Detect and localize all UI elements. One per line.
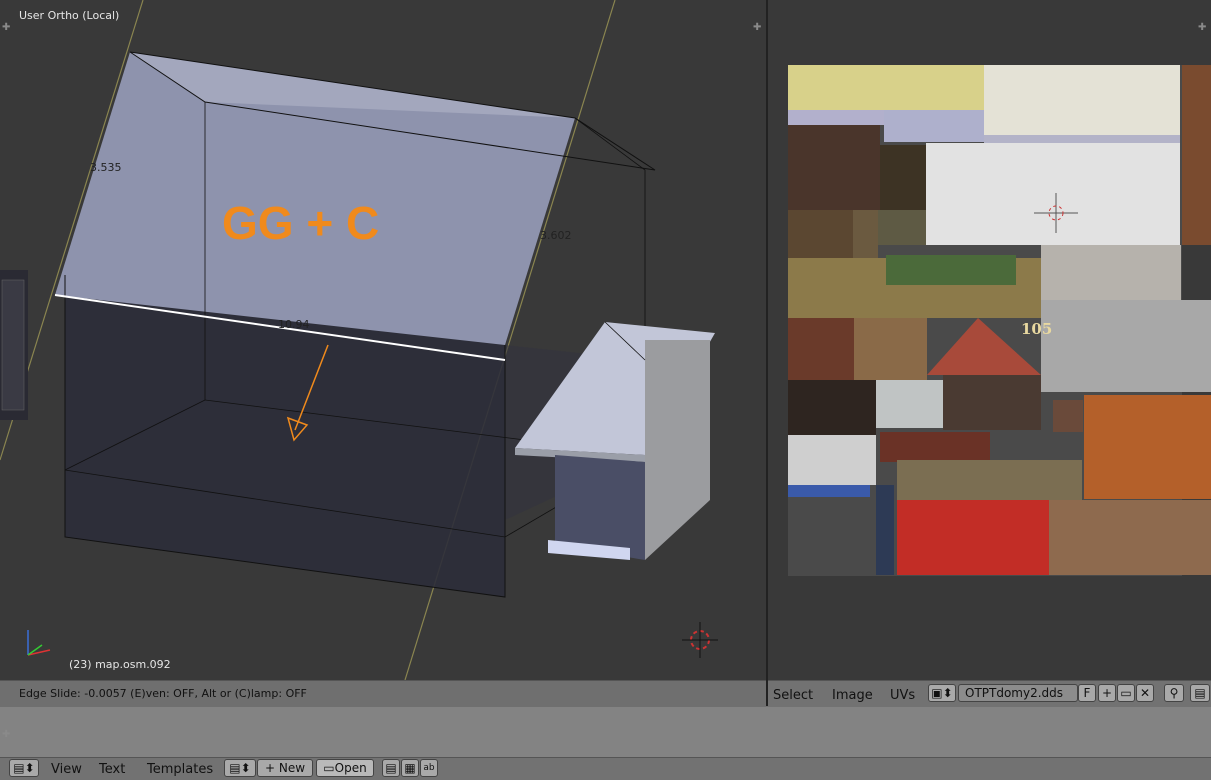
text-browse-button[interactable]: ▤⬍ bbox=[224, 759, 256, 777]
uv-image-editor[interactable]: ✚ 105 bbox=[768, 0, 1211, 680]
texture-atlas bbox=[788, 65, 1211, 576]
image-pack-button[interactable]: ▤ bbox=[1190, 684, 1210, 702]
open-text-label: Open bbox=[334, 761, 367, 775]
dimension-label: 3.602 bbox=[540, 229, 572, 242]
folder-icon: ▭ bbox=[323, 761, 335, 775]
dimension-label: 10.94 bbox=[278, 318, 310, 331]
close-icon: ✕ bbox=[1139, 686, 1151, 700]
word-wrap-icon: ▦ bbox=[404, 761, 416, 775]
active-object-label: (23) map.osm.092 bbox=[69, 658, 171, 671]
open-text-button[interactable]: ▭Open bbox=[316, 759, 374, 777]
menu-select[interactable]: Select bbox=[773, 688, 813, 703]
menu-view[interactable]: View bbox=[51, 762, 82, 777]
area-corner-icon[interactable]: ✚ bbox=[2, 22, 10, 33]
menu-text[interactable]: Text bbox=[99, 762, 125, 777]
area-corner-icon[interactable]: ✚ bbox=[2, 729, 10, 740]
area-corner-icon[interactable]: ✚ bbox=[753, 22, 761, 33]
uv-editor-header: Select Image UVs ▣⬍ OTPTdomy2.dds F + ▭ … bbox=[768, 680, 1211, 707]
viewport-scene bbox=[0, 0, 718, 680]
plus-icon: + bbox=[1101, 686, 1113, 700]
menu-templates[interactable]: Templates bbox=[147, 762, 213, 777]
overlay-text: GG + C bbox=[222, 197, 380, 249]
pin-image-button[interactable]: ⚲ bbox=[1164, 684, 1184, 702]
3d-viewport[interactable]: User Ortho (Local) ✚ ✚ GG + C 3.535 3.60… bbox=[0, 0, 766, 680]
syntax-icon: ab bbox=[423, 763, 435, 773]
text-editor-header: ▤⬍ View Text Templates ▤⬍ + New ▭Open ▤ … bbox=[0, 757, 1211, 780]
image-browse-icon: ▣⬍ bbox=[931, 686, 953, 700]
dimension-label: 3.535 bbox=[90, 161, 122, 174]
image-icon: ▤ bbox=[1194, 686, 1206, 700]
texture-number: 105 bbox=[1021, 320, 1053, 338]
menu-image[interactable]: Image bbox=[832, 688, 873, 703]
line-numbers-icon: ▤ bbox=[385, 761, 397, 775]
pin-icon: ⚲ bbox=[1169, 686, 1179, 700]
status-text: Edge Slide: -0.0057 (E)ven: OFF, Alt or … bbox=[19, 687, 307, 700]
new-text-button[interactable]: + New bbox=[257, 759, 313, 777]
viewport-title: User Ortho (Local) bbox=[19, 9, 120, 22]
word-wrap-toggle[interactable]: ▦ bbox=[401, 759, 419, 777]
menu-uvs[interactable]: UVs bbox=[890, 688, 915, 703]
text-editor-area[interactable]: ✚ bbox=[0, 707, 1211, 757]
image-browse-button[interactable]: ▣⬍ bbox=[928, 684, 956, 702]
line-numbers-toggle[interactable]: ▤ bbox=[382, 759, 400, 777]
new-image-button[interactable]: + bbox=[1098, 684, 1116, 702]
syntax-highlight-toggle[interactable]: ab bbox=[420, 759, 438, 777]
text-editor-icon: ▤⬍ bbox=[13, 761, 35, 775]
status-bar: Edge Slide: -0.0057 (E)ven: OFF, Alt or … bbox=[0, 680, 766, 707]
unlink-image-button[interactable]: ✕ bbox=[1136, 684, 1154, 702]
plus-icon: + bbox=[264, 761, 279, 775]
open-image-button[interactable]: ▭ bbox=[1117, 684, 1135, 702]
new-text-label: New bbox=[278, 761, 306, 775]
image-name-field[interactable]: OTPTdomy2.dds bbox=[958, 684, 1078, 702]
fake-user-button[interactable]: F bbox=[1078, 684, 1096, 702]
annex-wall bbox=[645, 340, 710, 560]
editor-type-button[interactable]: ▤⬍ bbox=[9, 759, 39, 777]
text-browse-icon: ▤⬍ bbox=[229, 761, 251, 775]
folder-icon: ▭ bbox=[1120, 686, 1132, 700]
